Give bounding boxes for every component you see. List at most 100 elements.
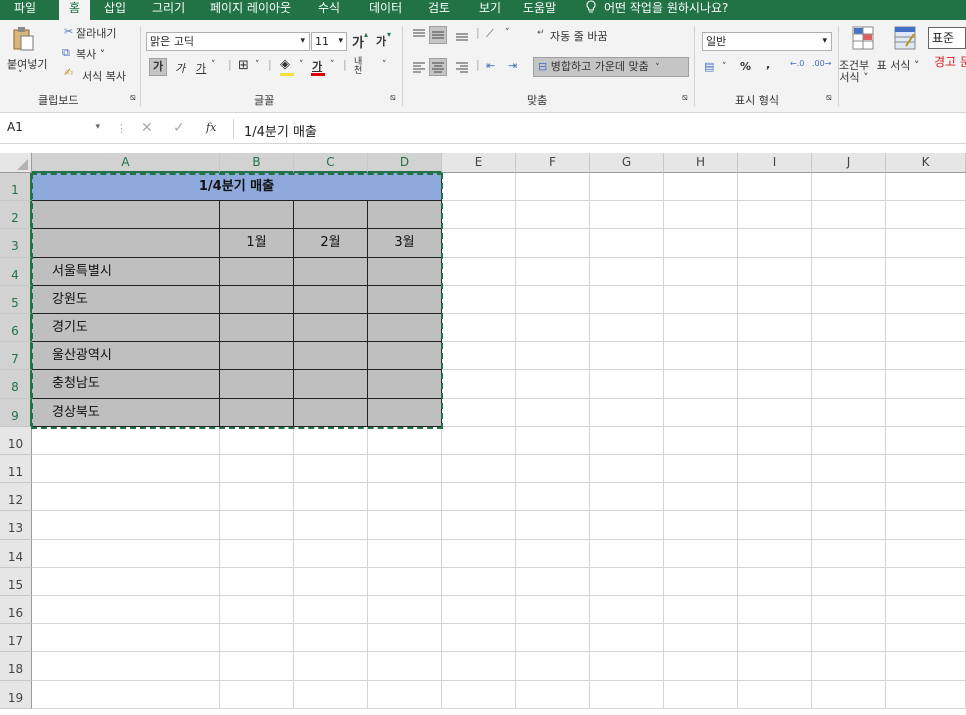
cell[interactable]	[664, 539, 738, 568]
bold-button[interactable]: 가	[149, 58, 167, 76]
cell[interactable]	[368, 426, 442, 455]
cell[interactable]	[590, 596, 664, 625]
cell[interactable]	[886, 173, 966, 202]
cell[interactable]	[516, 680, 590, 709]
table-cell[interactable]	[294, 257, 368, 286]
cell[interactable]	[516, 285, 590, 314]
number-format-select[interactable]: 일반 ▾	[702, 32, 832, 51]
column-header[interactable]: B	[220, 153, 294, 173]
cell[interactable]	[812, 257, 886, 286]
percent-button[interactable]: %	[740, 60, 751, 73]
cell[interactable]	[738, 426, 812, 455]
cell[interactable]	[590, 567, 664, 596]
cell[interactable]	[590, 201, 664, 230]
cell[interactable]	[664, 426, 738, 455]
cell[interactable]	[442, 624, 516, 653]
cell[interactable]	[886, 539, 966, 568]
table-cell[interactable]	[220, 257, 294, 286]
cell[interactable]	[664, 285, 738, 314]
cell[interactable]	[516, 201, 590, 230]
cell[interactable]	[442, 680, 516, 709]
cell[interactable]	[812, 314, 886, 343]
column-header[interactable]: A	[32, 153, 220, 173]
cell[interactable]	[812, 511, 886, 540]
cell[interactable]	[368, 680, 442, 709]
merged-title-cell[interactable]: 1/4분기 매출	[32, 173, 442, 202]
chevron-down-icon[interactable]: ˅	[505, 28, 510, 38]
cell[interactable]	[664, 314, 738, 343]
cell[interactable]	[664, 511, 738, 540]
increase-decimal-icon[interactable]: ←.0	[790, 59, 804, 68]
cell[interactable]	[812, 370, 886, 399]
column-header[interactable]: G	[590, 153, 664, 173]
cell[interactable]	[442, 455, 516, 484]
cell[interactable]	[664, 229, 738, 258]
cell[interactable]	[442, 285, 516, 314]
table-cell[interactable]	[294, 285, 368, 314]
cell[interactable]	[442, 596, 516, 625]
cell[interactable]	[812, 426, 886, 455]
cell[interactable]	[516, 342, 590, 371]
cell[interactable]	[590, 652, 664, 681]
cell[interactable]	[590, 680, 664, 709]
cell[interactable]	[812, 596, 886, 625]
borders-icon[interactable]: ⊞	[238, 58, 249, 73]
menu-home[interactable]: 홈	[59, 0, 91, 22]
table-cell[interactable]	[220, 398, 294, 427]
cell[interactable]	[368, 624, 442, 653]
align-left-icon[interactable]	[412, 60, 426, 77]
cell[interactable]	[664, 624, 738, 653]
row-header[interactable]: 9	[0, 398, 32, 427]
cell[interactable]	[590, 342, 664, 371]
alignment-launcher-icon[interactable]: ⧅	[682, 93, 688, 103]
conditional-format-icon[interactable]	[852, 26, 874, 53]
table-cell[interactable]	[220, 342, 294, 371]
phonetic-button[interactable]: 내천	[354, 58, 368, 76]
wrap-text-button[interactable]: 자동 줄 바꿈	[550, 28, 608, 44]
month-header-cell[interactable]: 1월	[220, 229, 294, 258]
cell[interactable]	[32, 455, 220, 484]
month-header-cell[interactable]: 2월	[294, 229, 368, 258]
cell[interactable]	[294, 652, 368, 681]
cell[interactable]	[220, 624, 294, 653]
row-header[interactable]: 4	[0, 257, 32, 286]
menu-page-layout[interactable]: 페이지 레이아웃	[210, 0, 291, 20]
paste-button[interactable]: 붙여넣기	[7, 56, 47, 72]
cell[interactable]	[220, 680, 294, 709]
table-cell[interactable]	[220, 285, 294, 314]
row-header[interactable]: 11	[0, 455, 32, 484]
cell[interactable]	[32, 426, 220, 455]
month-header-cell[interactable]: 3월	[368, 229, 442, 258]
cell[interactable]	[442, 539, 516, 568]
cell[interactable]	[442, 370, 516, 399]
cell[interactable]	[886, 285, 966, 314]
cell[interactable]	[294, 426, 368, 455]
column-header[interactable]: K	[886, 153, 966, 173]
cell[interactable]	[590, 173, 664, 202]
cell[interactable]	[220, 426, 294, 455]
row-header[interactable]: 2	[0, 201, 32, 230]
cell[interactable]	[886, 426, 966, 455]
formula-input[interactable]: 1/4분기 매출	[244, 121, 317, 140]
column-header[interactable]: D	[368, 153, 442, 173]
cell[interactable]	[516, 173, 590, 202]
cell[interactable]	[664, 567, 738, 596]
row-header[interactable]: 3	[0, 229, 32, 258]
cell[interactable]	[220, 455, 294, 484]
cell[interactable]	[812, 285, 886, 314]
cell[interactable]	[738, 624, 812, 653]
font-name-select[interactable]: 맑은 고딕 ▾	[146, 32, 310, 51]
style-warning[interactable]: 경고 문	[928, 52, 966, 74]
cell[interactable]	[368, 652, 442, 681]
scissors-icon[interactable]: ✂	[64, 25, 73, 38]
cell[interactable]	[294, 567, 368, 596]
format-as-table-icon[interactable]	[894, 26, 916, 53]
cell[interactable]	[368, 596, 442, 625]
format-as-table-button[interactable]: 표 서식 ˅	[876, 60, 920, 72]
cell[interactable]	[294, 539, 368, 568]
table-cell[interactable]	[368, 201, 442, 230]
increase-indent-icon[interactable]: ⇥	[508, 59, 517, 72]
column-header[interactable]: F	[516, 153, 590, 173]
orientation-icon[interactable]: ⟋	[486, 27, 494, 41]
table-cell[interactable]	[368, 342, 442, 371]
